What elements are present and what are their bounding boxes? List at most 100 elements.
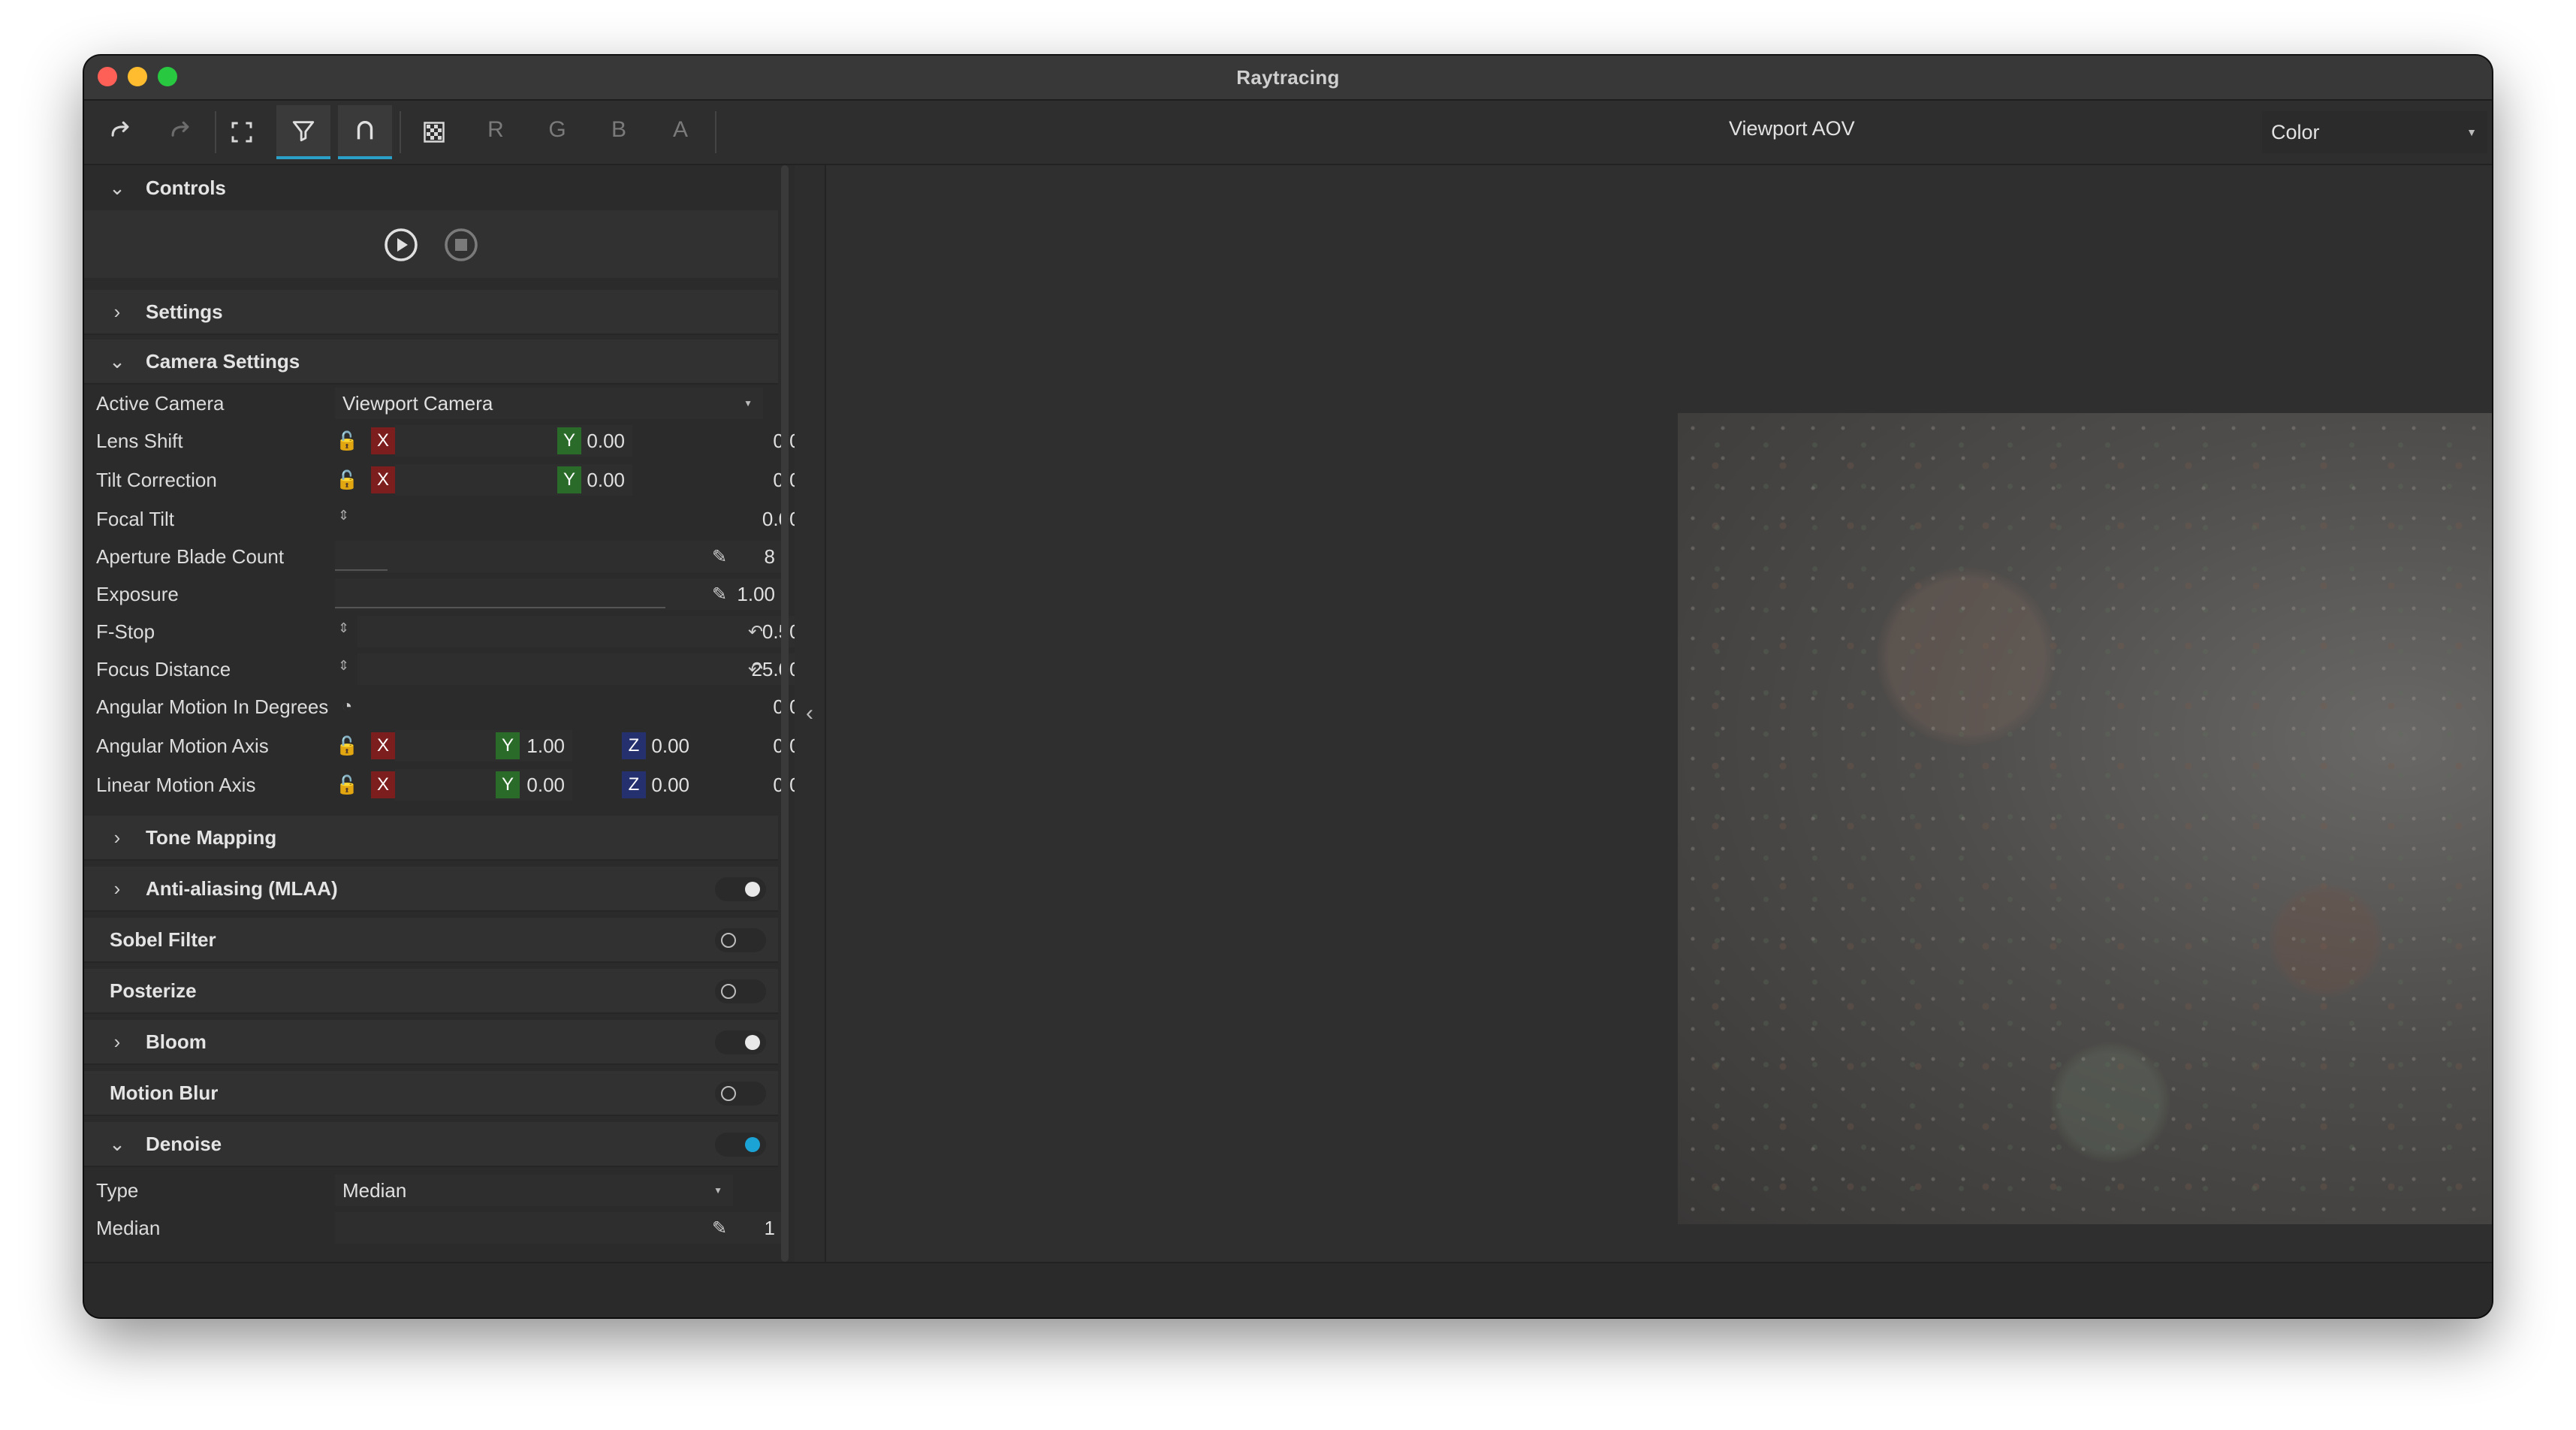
stepper-icon[interactable]: ⇕ <box>338 508 349 523</box>
chevron-right-icon: › <box>113 300 121 323</box>
section-sobel-filter[interactable]: Sobel Filter <box>84 918 778 963</box>
angular-motion-degrees-label: Angular Motion In Degrees <box>96 695 329 718</box>
row-lens-shift: Lens Shift 🔓 X 0.00 Y 0.00 <box>84 422 811 460</box>
close-window-button[interactable] <box>98 67 117 86</box>
snap-button[interactable] <box>338 105 392 159</box>
pencil-icon[interactable]: ✎ <box>707 581 731 607</box>
slider-fill <box>335 569 388 571</box>
section-label: Motion Blur <box>110 1081 219 1104</box>
channel-a-button[interactable]: A <box>665 117 695 143</box>
lock-icon[interactable]: 🔓 <box>335 772 359 798</box>
window-controls <box>98 67 177 86</box>
section-anti-aliasing[interactable]: › Anti-aliasing (MLAA) <box>84 867 778 912</box>
angular-motion-degrees-field[interactable]: 0.00 <box>365 691 819 723</box>
row-f-stop: F-Stop ⇕ 0.500 ↶ <box>84 613 819 650</box>
y-axis-badge: Y <box>496 732 520 759</box>
chevron-down-icon: ▼ <box>2466 126 2477 138</box>
denoise-type-select[interactable]: Median ▼ <box>335 1175 733 1206</box>
toolbar: R G B A Viewport AOV Color ▼ <box>84 101 2492 165</box>
viewport[interactable] <box>826 165 2492 1262</box>
toolbar-divider <box>715 111 716 153</box>
pencil-icon[interactable]: ✎ <box>707 1215 731 1241</box>
undo-button[interactable] <box>93 105 147 159</box>
section-label: Settings <box>146 300 223 323</box>
settings-panel: ⌄ Controls › Settings ⌄ Camera Settings … <box>84 165 819 1262</box>
section-label: Anti-aliasing (MLAA) <box>146 876 338 900</box>
row-focus-distance: Focus Distance ⇕ 25.000 ↶ <box>84 650 819 688</box>
motion-blur-toggle[interactable] <box>715 1082 766 1106</box>
status-bar <box>84 1262 2492 1317</box>
section-label: Denoise <box>146 1132 222 1155</box>
aov-select[interactable]: Color ▼ <box>2262 111 2487 153</box>
zoom-window-button[interactable] <box>158 67 177 86</box>
channel-g-button[interactable]: G <box>542 117 572 143</box>
chevron-down-icon: ⌄ <box>109 176 125 199</box>
anti-aliasing-toggle[interactable] <box>715 877 766 901</box>
play-button[interactable] <box>383 227 419 263</box>
section-settings[interactable]: › Settings <box>84 290 778 335</box>
stepper-icon[interactable]: ⇕ <box>338 658 349 674</box>
x-axis-badge: X <box>371 427 395 454</box>
frame-button[interactable] <box>215 105 269 159</box>
toolbar-divider <box>400 111 401 153</box>
redo-icon <box>171 121 189 137</box>
section-label: Posterize <box>110 979 197 1002</box>
section-bloom[interactable]: › Bloom <box>84 1020 778 1065</box>
section-camera-settings[interactable]: ⌄ Camera Settings <box>84 339 778 385</box>
x-axis-badge: X <box>371 732 395 759</box>
chevron-down-icon: ▼ <box>744 398 753 409</box>
row-denoise-type: Type Median ▼ <box>84 1172 778 1209</box>
lock-icon[interactable]: 🔓 <box>335 467 359 493</box>
channel-b-button[interactable]: B <box>604 117 634 143</box>
lens-shift-label: Lens Shift <box>96 429 183 452</box>
lock-icon[interactable]: 🔓 <box>335 428 359 454</box>
collapse-panel-button[interactable]: ‹ <box>795 165 826 1262</box>
pencil-icon[interactable]: ✎ <box>707 544 731 569</box>
section-controls[interactable]: ⌄ Controls <box>84 165 778 210</box>
section-label: Controls <box>146 176 226 199</box>
stop-icon <box>445 228 478 261</box>
controls-body <box>84 210 778 278</box>
stepper-icon[interactable]: ⇕ <box>338 620 349 636</box>
app-window: Raytracing R G B A Viewport AOV Color ▼ … <box>84 56 2492 1317</box>
section-posterize[interactable]: Posterize <box>84 969 778 1014</box>
y-axis-badge: Y <box>557 466 581 493</box>
title-bar: Raytracing <box>84 56 2492 101</box>
chevron-down-icon: ⌄ <box>109 1132 125 1155</box>
sobel-filter-toggle[interactable] <box>715 928 766 952</box>
channel-r-button[interactable]: R <box>481 117 511 143</box>
posterize-toggle[interactable] <box>715 979 766 1003</box>
row-active-camera: Active Camera Viewport Camera ▼ <box>84 385 778 422</box>
stop-button[interactable] <box>443 227 479 263</box>
viewport-aov-label: Viewport AOV <box>1729 117 1855 140</box>
redo-button[interactable] <box>153 105 207 159</box>
toggle-knob <box>721 984 736 999</box>
toggle-knob <box>721 933 736 948</box>
row-angular-motion-axis: Angular Motion Axis 🔓 X 1.00 Y 0.00 Z 0.… <box>84 727 811 765</box>
x-axis-badge: X <box>371 771 395 798</box>
section-motion-blur[interactable]: Motion Blur <box>84 1071 778 1116</box>
toggle-knob <box>745 882 760 897</box>
focal-tilt-field[interactable]: 0.000 <box>357 503 819 535</box>
angular-motion-axis-label: Angular Motion Axis <box>96 734 269 757</box>
section-tone-mapping[interactable]: › Tone Mapping <box>84 816 778 861</box>
magnet-icon <box>357 121 373 140</box>
filter-button[interactable] <box>276 105 330 159</box>
denoise-toggle[interactable] <box>715 1133 766 1157</box>
bloom-toggle[interactable] <box>715 1030 766 1054</box>
angular-motion-axis-z-field[interactable]: 0.00 <box>646 730 819 762</box>
reset-icon[interactable]: ↶ <box>744 619 768 644</box>
section-denoise[interactable]: ⌄ Denoise <box>84 1122 778 1167</box>
linear-motion-axis-z-field[interactable]: 0.00 <box>646 769 819 801</box>
minimize-window-button[interactable] <box>128 67 147 86</box>
checker-button[interactable] <box>407 105 461 159</box>
chevron-down-icon: ⌄ <box>109 349 125 373</box>
row-exposure: Exposure 1.00 ✎ <box>84 575 783 613</box>
denoise-type-value: Median <box>342 1178 407 1202</box>
reset-icon[interactable]: ↶ <box>744 656 768 682</box>
dial-icon[interactable]: ◔ <box>335 694 359 720</box>
panel-scrollbar[interactable] <box>781 165 789 1262</box>
section-label: Camera Settings <box>146 349 300 373</box>
lock-icon[interactable]: 🔓 <box>335 733 359 759</box>
active-camera-select[interactable]: Viewport Camera ▼ <box>335 388 763 419</box>
